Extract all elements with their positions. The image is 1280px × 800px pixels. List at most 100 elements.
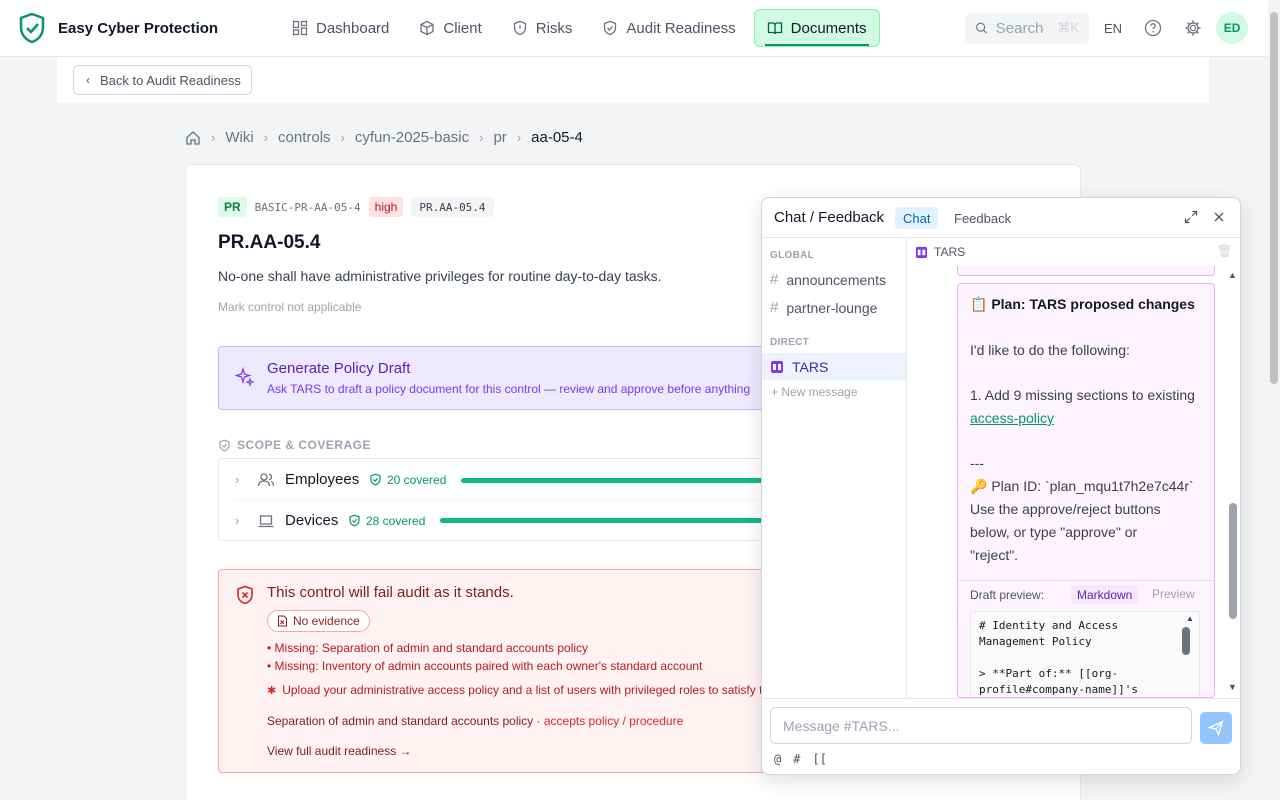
fail-title: This control will fail audit as it stand… xyxy=(267,584,514,601)
tab-chat[interactable]: Chat xyxy=(895,207,939,229)
nav-audit-readiness-label: Audit Readiness xyxy=(626,19,736,37)
header-tools: Search ⌘K EN ED xyxy=(965,12,1249,44)
hash-icon: # xyxy=(770,299,779,316)
control-id: BASIC-PR-AA-05-4 xyxy=(254,200,361,214)
markdown-tab[interactable]: Markdown xyxy=(1071,585,1139,604)
section-direct: DIRECT xyxy=(770,337,810,348)
chevron-right-icon[interactable]: › xyxy=(235,513,239,528)
previous-message xyxy=(957,266,1215,276)
search-icon xyxy=(976,22,987,34)
missing-item: • Missing: Separation of admin and stand… xyxy=(267,641,589,655)
missing-item: • Missing: Inventory of admin accounts p… xyxy=(267,659,703,673)
breadcrumb-current: aa-05-4 xyxy=(531,129,583,146)
shield-check-icon xyxy=(370,473,381,486)
conversation-pane: TARS 🗑 📋 Plan: TARS proposed changes I'd… xyxy=(907,238,1240,698)
direct-tars[interactable]: TARS xyxy=(762,353,906,380)
nav-documents-label: Documents xyxy=(790,19,867,37)
scope-row-employees[interactable]: › Employees 20 covered xyxy=(219,459,777,500)
close-icon[interactable] xyxy=(1212,210,1226,224)
covered-badge: 28 covered xyxy=(348,514,425,528)
access-policy-link[interactable]: access-policy xyxy=(970,410,1054,426)
shield-x-icon xyxy=(237,585,253,605)
channel-announcements[interactable]: # announcements xyxy=(762,266,906,293)
nav-dashboard-label: Dashboard xyxy=(316,19,390,37)
scroll-up-icon[interactable]: ▲ xyxy=(1186,614,1194,623)
robot-icon xyxy=(915,246,928,258)
home-icon[interactable] xyxy=(185,130,201,146)
user-avatar[interactable]: ED xyxy=(1216,12,1249,44)
covered-count: 28 covered xyxy=(366,513,426,528)
shield-check-icon xyxy=(604,20,617,36)
hash-icon: # xyxy=(770,271,779,288)
channel-list: GLOBAL # announcements # partner-lounge … xyxy=(762,238,907,698)
control-tags: PR BASIC-PR-AA-05-4 high PR.AA-05.4 xyxy=(218,197,494,217)
plan-instructions: "reject". xyxy=(970,547,1019,563)
draft-code[interactable]: # Identity and Access Management Policy … xyxy=(970,611,1200,697)
send-button[interactable] xyxy=(1200,712,1232,744)
nav-risks[interactable]: Risks xyxy=(500,9,585,47)
tab-feedback[interactable]: Feedback xyxy=(946,207,1019,229)
search-shortcut: ⌘K xyxy=(1057,20,1079,35)
severity-badge: high xyxy=(368,197,404,217)
breadcrumb-separator: › xyxy=(263,130,269,145)
language-switcher[interactable]: EN xyxy=(1104,21,1122,36)
nav-client[interactable]: Client xyxy=(407,9,493,47)
channel-label: announcements xyxy=(786,271,886,288)
view-full-audit-readiness-link[interactable]: View full audit readiness → xyxy=(267,744,412,758)
generate-subtitle: Ask TARS to draft a policy document for … xyxy=(267,382,751,396)
breadcrumb-separator: › xyxy=(479,130,484,145)
coverage-bar xyxy=(461,478,777,483)
settings-gear-icon[interactable] xyxy=(1184,19,1202,37)
mark-not-applicable-link[interactable]: Mark control not applicable xyxy=(218,300,361,314)
channel-ref-button[interactable]: # xyxy=(793,752,800,766)
breadcrumb-framework[interactable]: cyfun-2025-basic xyxy=(355,129,469,146)
new-message-button[interactable]: + New message xyxy=(771,385,857,399)
requirement-line: Separation of admin and standard account… xyxy=(267,714,683,728)
expand-icon[interactable] xyxy=(1184,210,1198,224)
draft-scrollbar-thumb[interactable] xyxy=(1182,627,1190,655)
users-icon xyxy=(257,472,275,486)
control-code-badge: PR.AA-05.4 xyxy=(411,197,494,217)
robot-icon xyxy=(771,360,783,373)
mention-button[interactable]: @ xyxy=(774,752,781,766)
conversation-header: TARS xyxy=(907,238,1240,266)
back-button-label: Back to Audit Readiness xyxy=(100,72,241,88)
chat-scrollbar-thumb[interactable] xyxy=(1229,503,1237,619)
dashboard-icon xyxy=(292,20,308,36)
chat-header: Chat / Feedback Chat Feedback xyxy=(762,198,1240,238)
page-scrollbar-thumb[interactable] xyxy=(1270,12,1278,384)
help-icon[interactable] xyxy=(1144,19,1162,37)
draft-label: Draft preview: xyxy=(970,587,1045,602)
scope-row-devices[interactable]: › Devices 28 covered xyxy=(219,500,777,540)
composer-tools: @ # [[ xyxy=(774,752,827,766)
shield-check-icon xyxy=(349,514,360,527)
nav-audit-readiness[interactable]: Audit Readiness xyxy=(590,9,747,47)
no-evidence-badge: No evidence xyxy=(267,610,370,632)
nav-documents[interactable]: Documents xyxy=(753,9,880,47)
back-to-audit-readiness-button[interactable]: ‹ Back to Audit Readiness xyxy=(73,65,252,95)
audit-fail-alert: This control will fail audit as it stand… xyxy=(218,569,778,773)
generate-policy-draft-card[interactable]: Generate Policy Draft Ask TARS to draft … xyxy=(218,346,778,410)
app-title: Easy Cyber Protection xyxy=(58,19,219,37)
requirement-name[interactable]: Separation of admin and standard account… xyxy=(267,714,533,728)
message-input[interactable] xyxy=(770,707,1192,744)
wiki-link-button[interactable]: [[ xyxy=(812,752,826,766)
preview-tab[interactable]: Preview xyxy=(1152,587,1195,601)
trash-icon[interactable]: 🗑 xyxy=(1217,244,1232,258)
shield-check-icon xyxy=(219,439,230,451)
breadcrumb-pr[interactable]: pr xyxy=(493,129,506,146)
search-box[interactable]: Search ⌘K xyxy=(965,12,1089,44)
breadcrumb-controls[interactable]: controls xyxy=(278,129,331,146)
scroll-up-icon[interactable]: ▲ xyxy=(1228,270,1237,280)
laptop-icon xyxy=(258,514,274,527)
plan-instructions: Use the approve/reject buttons xyxy=(970,501,1161,517)
breadcrumb-wiki[interactable]: Wiki xyxy=(225,129,253,146)
conversation-name: TARS xyxy=(934,245,966,259)
channel-partner-lounge[interactable]: # partner-lounge xyxy=(762,294,906,321)
nav-dashboard[interactable]: Dashboard xyxy=(280,9,401,47)
chevron-right-icon[interactable]: › xyxy=(235,472,239,487)
scroll-down-icon[interactable]: ▼ xyxy=(1228,682,1237,692)
covered-count: 20 covered xyxy=(387,472,447,487)
file-x-icon xyxy=(278,615,287,627)
app-logo[interactable]: Easy Cyber Protection xyxy=(18,12,218,44)
